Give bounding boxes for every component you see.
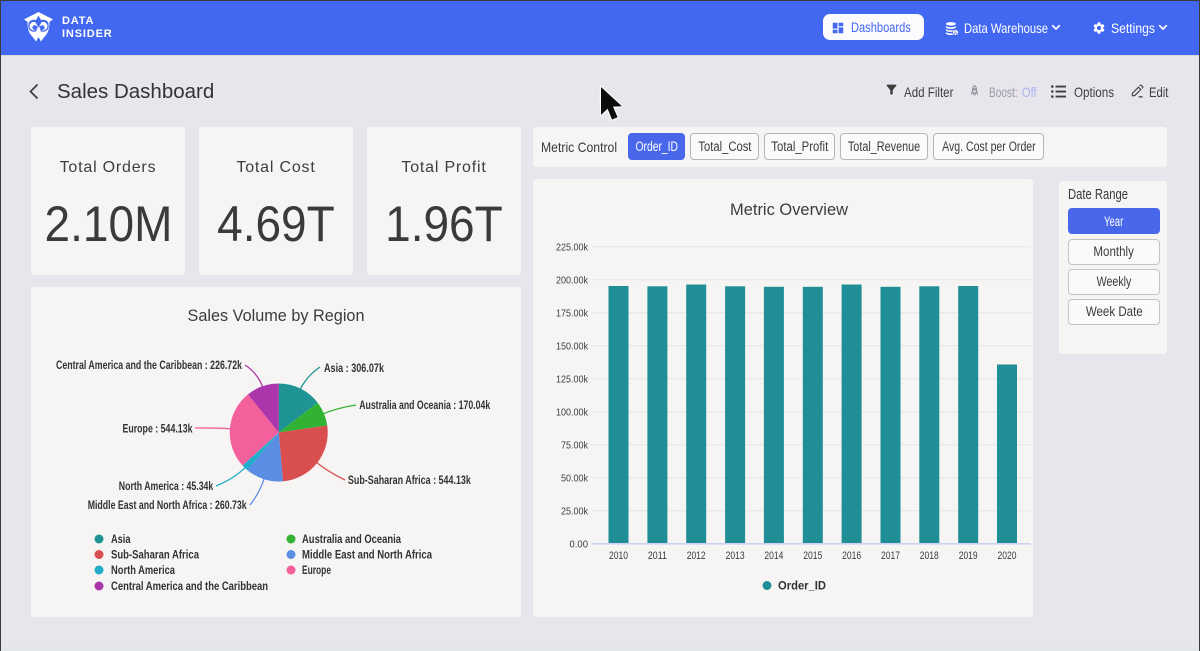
svg-text:50.00k: 50.00k	[561, 473, 589, 485]
svg-text:2015: 2015	[803, 550, 822, 562]
svg-text:2011: 2011	[648, 550, 667, 562]
svg-text:Europe: Europe	[302, 563, 331, 577]
svg-text:North America: North America	[111, 563, 175, 577]
svg-text:2010: 2010	[609, 550, 628, 562]
svg-text:100.00k: 100.00k	[556, 407, 589, 419]
svg-text:2017: 2017	[881, 550, 900, 562]
svg-text:0.00: 0.00	[570, 539, 589, 551]
svg-text:Order_ID: Order_ID	[778, 579, 826, 593]
svg-text:2020: 2020	[998, 550, 1017, 562]
svg-text:2016: 2016	[842, 550, 861, 562]
svg-text:225.00k: 225.00k	[556, 242, 589, 254]
svg-text:Sub-Saharan Africa: Sub-Saharan Africa	[111, 548, 199, 562]
svg-text:Australia and Oceania : 170.04: Australia and Oceania : 170.04k	[359, 400, 490, 412]
svg-text:Central America and the Caribb: Central America and the Caribbean : 226.…	[56, 360, 242, 372]
svg-text:Sales Volume by Region: Sales Volume by Region	[188, 307, 365, 325]
svg-text:2018: 2018	[920, 550, 939, 562]
svg-text:25.00k: 25.00k	[561, 506, 589, 518]
svg-text:Sub-Saharan Africa : 544.13k: Sub-Saharan Africa : 544.13k	[348, 475, 471, 487]
svg-text:200.00k: 200.00k	[556, 275, 589, 287]
svg-text:Central America and the Caribb: Central America and the Caribbean	[111, 579, 268, 593]
svg-text:2012: 2012	[687, 550, 706, 562]
svg-text:North America : 45.34k: North America : 45.34k	[119, 481, 214, 493]
svg-text:Metric Overview: Metric Overview	[730, 200, 849, 219]
svg-text:Australia and Oceania: Australia and Oceania	[302, 532, 401, 546]
svg-text:Middle East and North Africa :: Middle East and North Africa : 260.73k	[88, 500, 247, 512]
svg-text:75.00k: 75.00k	[561, 440, 589, 452]
svg-text:2014: 2014	[764, 550, 783, 562]
svg-text:150.00k: 150.00k	[556, 341, 589, 353]
svg-text:Asia: Asia	[111, 532, 131, 546]
svg-text:Europe : 544.13k: Europe : 544.13k	[123, 423, 193, 435]
svg-text:175.00k: 175.00k	[556, 308, 589, 320]
svg-text:2019: 2019	[959, 550, 978, 562]
svg-text:Asia : 306.07k: Asia : 306.07k	[324, 363, 384, 375]
svg-text:2013: 2013	[726, 550, 745, 562]
svg-text:Middle East and North Africa: Middle East and North Africa	[302, 548, 432, 562]
svg-text:125.00k: 125.00k	[556, 374, 589, 386]
